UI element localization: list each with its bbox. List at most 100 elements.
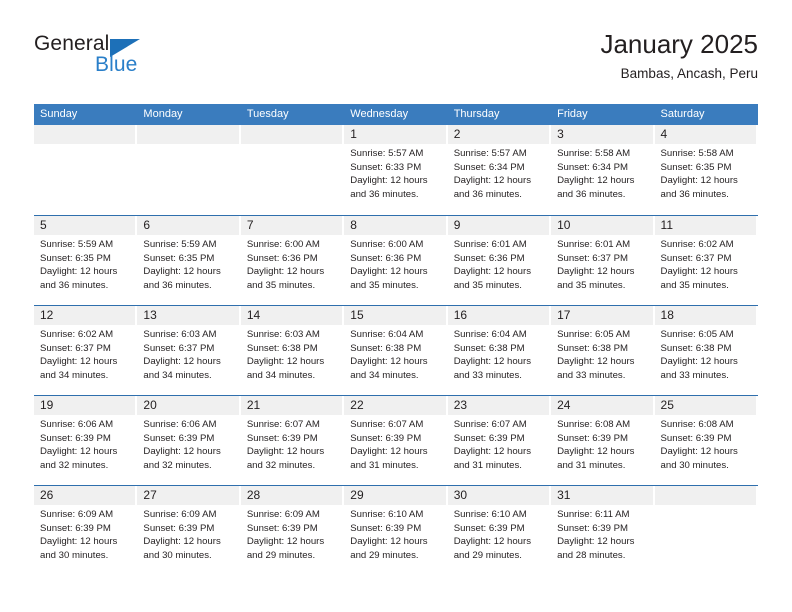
day-number: 27 bbox=[143, 488, 157, 502]
calendar-day-cell[interactable]: 9 Sunrise: 6:01 AM Sunset: 6:36 PM Daylight… bbox=[447, 216, 552, 305]
day-detail-line: Sunrise: 6:03 AM bbox=[246, 329, 320, 340]
weekday-header-friday: Friday bbox=[557, 108, 588, 120]
calendar-day-cell[interactable]: 14 Sunrise: 6:03 AM Sunset: 6:38 PM Dayligh… bbox=[240, 306, 345, 395]
calendar-day-cell[interactable]: 12 Sunrise: 6:02 AM Sunset: 6:37 PM Dayligh… bbox=[34, 306, 138, 395]
day-number: 19 bbox=[40, 398, 54, 412]
day-detail-line: Daylight: 12 hours bbox=[660, 175, 738, 187]
day-detail-line: Sunrise: 6:08 AM bbox=[660, 419, 734, 430]
day-number-band bbox=[137, 216, 239, 235]
calendar-day-cell[interactable]: 4 Sunrise: 5:58 AM Sunset: 6:35 PM Daylight… bbox=[654, 125, 758, 215]
calendar-day-cell[interactable]: 24 Sunrise: 6:08 AM Sunset: 6:39 PM Dayligh… bbox=[551, 396, 655, 485]
day-detail-line: Daylight: 12 hours bbox=[143, 356, 221, 368]
calendar-day-cell[interactable]: 5 Sunrise: 5:59 AM Sunset: 6:35 PM Daylight… bbox=[34, 216, 138, 305]
calendar-week-row: 19 Sunrise: 6:06 AM Sunset: 6:39 PM Dayligh… bbox=[34, 395, 758, 485]
calendar-day-cell[interactable]: 27 Sunrise: 6:09 AM Sunset: 6:39 PM Dayligh… bbox=[137, 486, 241, 575]
calendar-day-cell[interactable]: 7 Sunrise: 6:00 AM Sunset: 6:36 PM Daylight… bbox=[240, 216, 345, 305]
calendar-day-cell[interactable]: 25 Sunrise: 6:08 AM Sunset: 6:39 PM Dayligh… bbox=[654, 396, 758, 485]
day-detail-line: Daylight: 12 hours bbox=[350, 175, 428, 187]
day-detail-line: Daylight: 12 hours bbox=[557, 266, 635, 278]
calendar-page: General Blue January 2025 Bambas, Ancash… bbox=[0, 0, 792, 612]
day-number: 22 bbox=[350, 398, 364, 412]
calendar-weeks: 1 Sunrise: 5:57 AM Sunset: 6:33 PM Daylight… bbox=[34, 125, 758, 575]
calendar-day-cell[interactable]: 8 Sunrise: 6:00 AM Sunset: 6:36 PM Daylight… bbox=[344, 216, 448, 305]
day-details: Sunrise: 6:03 AM Sunset: 6:37 PM Daylight:… bbox=[143, 328, 236, 382]
calendar-day-cell-empty bbox=[654, 486, 758, 575]
day-number: 7 bbox=[246, 218, 254, 232]
day-number: 25 bbox=[660, 398, 674, 412]
calendar-day-cell[interactable]: 31 Sunrise: 6:11 AM Sunset: 6:39 PM Dayligh… bbox=[551, 486, 655, 575]
day-details: Sunrise: 6:05 AM Sunset: 6:38 PM Daylight:… bbox=[661, 328, 754, 382]
calendar-day-cell[interactable]: 17 Sunrise: 6:05 AM Sunset: 6:38 PM Dayligh… bbox=[551, 306, 655, 395]
day-details: Sunrise: 5:57 AM Sunset: 6:34 PM Daylight:… bbox=[454, 147, 547, 201]
day-details: Sunrise: 6:08 AM Sunset: 6:39 PM Daylight:… bbox=[661, 418, 754, 472]
day-detail-line: Daylight: 12 hours bbox=[246, 356, 325, 368]
calendar-day-cell[interactable]: 11 Sunrise: 6:02 AM Sunset: 6:37 PM Dayligh… bbox=[654, 216, 758, 305]
day-detail-line: and 28 minutes. bbox=[557, 549, 626, 561]
day-details: Sunrise: 6:06 AM Sunset: 6:39 PM Daylight:… bbox=[143, 418, 236, 472]
day-number-band bbox=[34, 125, 136, 144]
day-details: Sunrise: 6:04 AM Sunset: 6:38 PM Daylight:… bbox=[350, 328, 443, 382]
day-details: Sunrise: 6:01 AM Sunset: 6:36 PM Daylight:… bbox=[454, 238, 547, 292]
day-number: 1 bbox=[350, 127, 357, 141]
brand-logo[interactable]: General Blue bbox=[34, 32, 294, 88]
day-detail-line: Sunrise: 6:09 AM bbox=[143, 509, 217, 520]
day-detail-line: Sunrise: 6:00 AM bbox=[246, 239, 320, 250]
calendar-day-cell-empty bbox=[240, 125, 345, 215]
day-detail-line: Sunrise: 5:58 AM bbox=[660, 148, 734, 159]
calendar-day-cell[interactable]: 10 Sunrise: 6:01 AM Sunset: 6:37 PM Dayligh… bbox=[551, 216, 655, 305]
day-number-band bbox=[447, 216, 550, 235]
day-number: 5 bbox=[40, 218, 47, 232]
calendar-day-cell[interactable]: 21 Sunrise: 6:07 AM Sunset: 6:39 PM Dayligh… bbox=[240, 396, 345, 485]
day-number: 24 bbox=[557, 398, 571, 412]
day-detail-line: Sunrise: 6:09 AM bbox=[246, 509, 320, 520]
day-detail-line: Sunrise: 6:01 AM bbox=[557, 239, 631, 250]
day-number: 30 bbox=[453, 488, 468, 502]
day-number-band bbox=[654, 486, 756, 505]
calendar-day-cell[interactable]: 15 Sunrise: 6:04 AM Sunset: 6:38 PM Dayligh… bbox=[344, 306, 448, 395]
day-detail-line: Daylight: 12 hours bbox=[40, 266, 118, 278]
day-detail-line: Daylight: 12 hours bbox=[557, 175, 635, 187]
day-detail-line: Sunset: 6:39 PM bbox=[453, 522, 525, 534]
day-detail-line: Sunrise: 6:05 AM bbox=[660, 329, 734, 340]
day-detail-line: Sunrise: 6:06 AM bbox=[143, 419, 217, 430]
day-number: 16 bbox=[453, 308, 468, 322]
day-detail-line: and 30 minutes. bbox=[40, 549, 109, 561]
calendar-day-cell[interactable]: 16 Sunrise: 6:04 AM Sunset: 6:38 PM Dayligh… bbox=[447, 306, 552, 395]
calendar-day-cell[interactable]: 19 Sunrise: 6:06 AM Sunset: 6:39 PM Dayligh… bbox=[34, 396, 138, 485]
day-detail-line: Sunset: 6:39 PM bbox=[557, 522, 629, 534]
calendar-day-cell[interactable]: 3 Sunrise: 5:58 AM Sunset: 6:34 PM Daylight… bbox=[551, 125, 655, 215]
calendar-day-cell[interactable]: 18 Sunrise: 6:05 AM Sunset: 6:38 PM Dayligh… bbox=[654, 306, 758, 395]
weekday-header-thursday: Thursday bbox=[453, 108, 500, 120]
calendar-day-cell[interactable]: 22 Sunrise: 6:07 AM Sunset: 6:39 PM Dayligh… bbox=[344, 396, 448, 485]
calendar-day-cell[interactable]: 2 Sunrise: 5:57 AM Sunset: 6:34 PM Daylight… bbox=[447, 125, 552, 215]
day-details: Sunrise: 6:10 AM Sunset: 6:39 PM Daylight:… bbox=[350, 508, 443, 562]
calendar-day-cell[interactable]: 30 Sunrise: 6:10 AM Sunset: 6:39 PM Dayligh… bbox=[447, 486, 552, 575]
day-number: 21 bbox=[246, 398, 261, 412]
day-detail-line: and 33 minutes. bbox=[660, 369, 729, 381]
day-detail-line: and 36 minutes. bbox=[453, 188, 522, 200]
calendar-day-cell[interactable]: 6 Sunrise: 5:59 AM Sunset: 6:35 PM Daylight… bbox=[137, 216, 241, 305]
day-number-band bbox=[344, 216, 446, 235]
day-detail-line: Sunset: 6:36 PM bbox=[246, 252, 318, 264]
calendar-day-cell[interactable]: 26 Sunrise: 6:09 AM Sunset: 6:39 PM Dayligh… bbox=[34, 486, 138, 575]
day-detail-line: Sunrise: 6:04 AM bbox=[453, 329, 527, 340]
calendar-day-cell[interactable]: 28 Sunrise: 6:09 AM Sunset: 6:39 PM Dayligh… bbox=[240, 486, 345, 575]
day-detail-line: Sunset: 6:39 PM bbox=[143, 522, 215, 534]
day-detail-line: Sunset: 6:37 PM bbox=[40, 342, 111, 354]
day-detail-line: Daylight: 12 hours bbox=[246, 266, 325, 278]
day-detail-line: Sunset: 6:35 PM bbox=[660, 161, 732, 173]
day-detail-line: and 29 minutes. bbox=[350, 549, 419, 561]
calendar-day-cell[interactable]: 1 Sunrise: 5:57 AM Sunset: 6:33 PM Daylight… bbox=[344, 125, 448, 215]
day-detail-line: Sunset: 6:36 PM bbox=[453, 252, 525, 264]
day-number: 28 bbox=[246, 488, 261, 502]
calendar-day-cell[interactable]: 29 Sunrise: 6:10 AM Sunset: 6:39 PM Dayligh… bbox=[344, 486, 448, 575]
day-detail-line: and 36 minutes. bbox=[557, 188, 626, 200]
day-detail-line: and 34 minutes. bbox=[40, 369, 109, 381]
calendar-day-cell[interactable]: 23 Sunrise: 6:07 AM Sunset: 6:39 PM Dayligh… bbox=[447, 396, 552, 485]
calendar-day-cell[interactable]: 13 Sunrise: 6:03 AM Sunset: 6:37 PM Dayligh… bbox=[137, 306, 241, 395]
day-detail-line: Daylight: 12 hours bbox=[143, 446, 221, 458]
calendar-day-cell[interactable]: 20 Sunrise: 6:06 AM Sunset: 6:39 PM Dayligh… bbox=[137, 396, 241, 485]
calendar-grid: Sunday Monday Tuesday Wednesday Thursday Frid… bbox=[34, 104, 758, 575]
day-detail-line: Sunrise: 6:07 AM bbox=[453, 419, 527, 430]
day-detail-line: Daylight: 12 hours bbox=[557, 446, 635, 458]
